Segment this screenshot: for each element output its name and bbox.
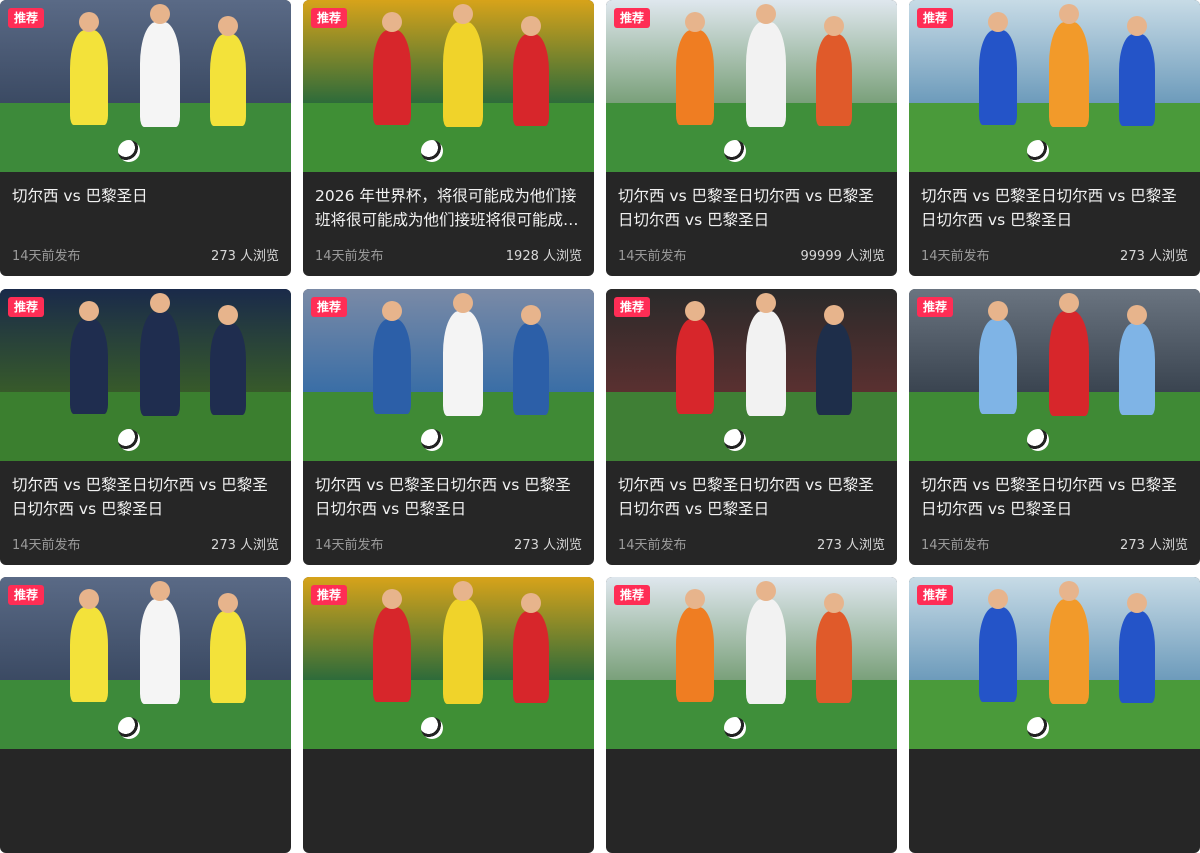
- view-count: 273 人浏览: [514, 538, 582, 553]
- video-card[interactable]: 推荐: [0, 577, 291, 853]
- card-meta: 14天前发布 1928 人浏览: [315, 245, 582, 264]
- recommend-badge: 推荐: [614, 297, 651, 317]
- publish-time: 14天前发布: [618, 538, 687, 553]
- video-card[interactable]: 推荐切尔西 vs 巴黎圣日切尔西 vs 巴黎圣日切尔西 vs 巴黎圣日 14天前发…: [606, 289, 897, 565]
- view-count: 273 人浏览: [1120, 538, 1188, 553]
- publish-time: 14天前发布: [921, 538, 990, 553]
- view-count: 273 人浏览: [211, 249, 279, 264]
- card-title[interactable]: 切尔西 vs 巴黎圣日切尔西 vs 巴黎圣日切尔西 vs 巴黎圣日: [315, 473, 584, 521]
- view-count: 273 人浏览: [211, 538, 279, 553]
- card-meta: 14天前发布 99999 人浏览: [618, 245, 885, 264]
- video-card[interactable]: 推荐: [606, 577, 897, 853]
- card-thumbnail[interactable]: 推荐: [909, 577, 1200, 749]
- card-title[interactable]: 切尔西 vs 巴黎圣日: [12, 184, 281, 208]
- recommend-badge: 推荐: [8, 8, 45, 28]
- card-thumbnail[interactable]: 推荐: [909, 0, 1200, 172]
- card-meta: 14天前发布 273 人浏览: [12, 534, 279, 553]
- publish-time: 14天前发布: [618, 249, 687, 264]
- publish-time: 14天前发布: [315, 538, 384, 553]
- recommend-badge: 推荐: [8, 585, 45, 605]
- card-meta: 14天前发布 273 人浏览: [618, 534, 885, 553]
- video-card[interactable]: 推荐: [303, 577, 594, 853]
- card-meta: 14天前发布 273 人浏览: [12, 245, 279, 264]
- video-card[interactable]: 推荐切尔西 vs 巴黎圣日切尔西 vs 巴黎圣日切尔西 vs 巴黎圣日 14天前发…: [909, 289, 1200, 565]
- card-title[interactable]: 切尔西 vs 巴黎圣日切尔西 vs 巴黎圣日切尔西 vs 巴黎圣日: [921, 184, 1190, 232]
- video-card[interactable]: 推荐切尔西 vs 巴黎圣日切尔西 vs 巴黎圣日切尔西 vs 巴黎圣日 14天前发…: [606, 0, 897, 276]
- card-meta: 14天前发布 273 人浏览: [921, 534, 1188, 553]
- publish-time: 14天前发布: [12, 538, 81, 553]
- video-card[interactable]: 推荐切尔西 vs 巴黎圣日 14天前发布 273 人浏览: [0, 0, 291, 276]
- video-card-grid: 推荐 切尔西 vs 巴黎圣日 14天前发布 273 人浏览 推荐 2026 年世界杯，将很…: [0, 0, 1200, 853]
- card-title[interactable]: 切尔西 vs 巴黎圣日切尔西 vs 巴黎圣日切尔西 vs 巴黎圣日: [921, 473, 1190, 521]
- view-count: 1928 人浏览: [505, 249, 582, 264]
- card-meta: 14天前发布 273 人浏览: [315, 534, 582, 553]
- card-thumbnail[interactable]: 推荐: [0, 289, 291, 461]
- card-thumbnail[interactable]: 推荐: [606, 0, 897, 172]
- card-thumbnail[interactable]: 推荐: [303, 0, 594, 172]
- card-thumbnail[interactable]: 推荐: [303, 577, 594, 749]
- publish-time: 14天前发布: [921, 249, 990, 264]
- card-thumbnail[interactable]: 推荐: [606, 289, 897, 461]
- recommend-badge: 推荐: [8, 297, 45, 317]
- video-card[interactable]: 推荐: [909, 577, 1200, 853]
- recommend-badge: 推荐: [917, 8, 954, 28]
- video-card[interactable]: 推荐切尔西 vs 巴黎圣日切尔西 vs 巴黎圣日切尔西 vs 巴黎圣日 14天前发…: [303, 289, 594, 565]
- view-count: 273 人浏览: [1120, 249, 1188, 264]
- publish-time: 14天前发布: [315, 249, 384, 264]
- card-thumbnail[interactable]: 推荐: [303, 289, 594, 461]
- recommend-badge: 推荐: [917, 585, 954, 605]
- card-title[interactable]: 切尔西 vs 巴黎圣日切尔西 vs 巴黎圣日切尔西 vs 巴黎圣日: [618, 184, 887, 232]
- card-thumbnail[interactable]: 推荐: [606, 577, 897, 749]
- recommend-badge: 推荐: [614, 8, 651, 28]
- card-title[interactable]: 切尔西 vs 巴黎圣日切尔西 vs 巴黎圣日切尔西 vs 巴黎圣日: [12, 473, 281, 521]
- recommend-badge: 推荐: [917, 297, 954, 317]
- video-card[interactable]: 推荐切尔西 vs 巴黎圣日切尔西 vs 巴黎圣日切尔西 vs 巴黎圣日 14天前发…: [909, 0, 1200, 276]
- recommend-badge: 推荐: [311, 8, 348, 28]
- card-thumbnail[interactable]: 推荐: [0, 577, 291, 749]
- card-thumbnail[interactable]: 推荐: [0, 0, 291, 172]
- card-thumbnail[interactable]: 推荐: [909, 289, 1200, 461]
- view-count: 99999 人浏览: [800, 249, 886, 264]
- video-card[interactable]: 推荐切尔西 vs 巴黎圣日切尔西 vs 巴黎圣日切尔西 vs 巴黎圣日 14天前发…: [0, 289, 291, 565]
- publish-time: 14天前发布: [12, 249, 81, 264]
- video-card[interactable]: 推荐 2026 年世界杯，将很可能成为他们接班将很可能成为他们接班将很可能成为他们…: [303, 0, 594, 276]
- card-meta: 14天前发布 273 人浏览: [921, 245, 1188, 264]
- card-title[interactable]: 切尔西 vs 巴黎圣日切尔西 vs 巴黎圣日切尔西 vs 巴黎圣日: [618, 473, 887, 521]
- recommend-badge: 推荐: [614, 585, 651, 605]
- view-count: 273 人浏览: [817, 538, 885, 553]
- card-title[interactable]: 2026 年世界杯，将很可能成为他们接班将很可能成为他们接班将很可能成为他们接班: [315, 184, 584, 232]
- recommend-badge: 推荐: [311, 297, 348, 317]
- recommend-badge: 推荐: [311, 585, 348, 605]
